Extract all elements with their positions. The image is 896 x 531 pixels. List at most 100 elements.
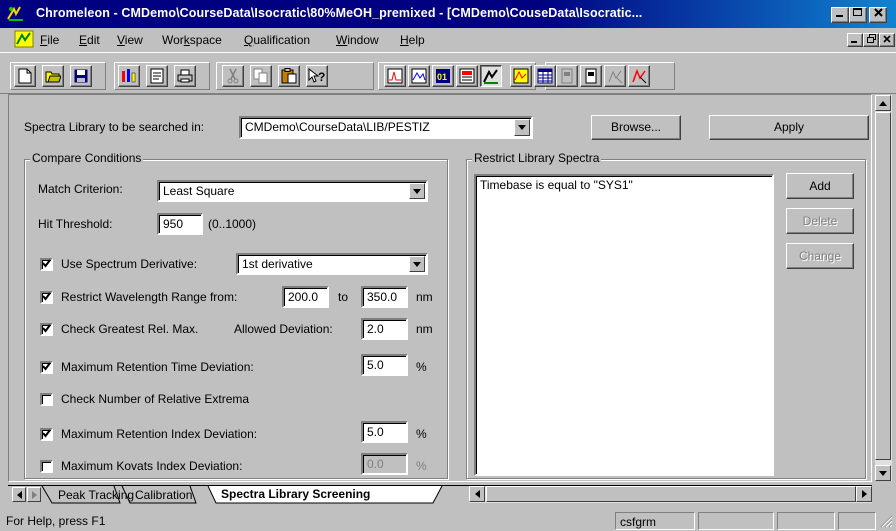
mdi-close-button[interactable]: [879, 33, 895, 47]
kovats-unit: %: [416, 459, 427, 473]
report-icon[interactable]: [146, 65, 168, 87]
tab-scroll-right-icon[interactable]: [27, 487, 41, 502]
match-criterion-label: Match Criterion:: [38, 182, 123, 196]
add-button[interactable]: Add: [786, 173, 854, 199]
menu-window[interactable]: Window: [336, 33, 379, 47]
vertical-scroll-thumb[interactable]: [875, 112, 891, 460]
peak-chart-icon[interactable]: [510, 65, 532, 87]
chevron-down-icon[interactable]: [514, 119, 530, 136]
integration-gray-icon[interactable]: [604, 65, 626, 87]
print-icon[interactable]: [174, 65, 196, 87]
list-item[interactable]: Timebase is equal to "SYS1": [480, 178, 768, 192]
greatest-label: Check Greatest Rel. Max.: [61, 322, 199, 336]
horizontal-scroll-thumb[interactable]: [486, 486, 856, 502]
checkmark-icon: [42, 291, 51, 304]
document-icon[interactable]: [14, 30, 34, 51]
menu-file[interactable]: File: [40, 33, 59, 47]
menu-edit[interactable]: Edit: [79, 33, 100, 47]
table-view-icon[interactable]: [456, 65, 478, 87]
retention-time-input[interactable]: 5.0: [361, 354, 408, 376]
paste-icon[interactable]: [278, 65, 300, 87]
checkmark-icon: [42, 361, 51, 374]
title-bar[interactable]: Chromeleon - CMDemo\CourseData\Isocratic…: [0, 0, 896, 28]
wavelength-from-input[interactable]: 200.0: [282, 286, 329, 308]
menu-qualification[interactable]: Qualification: [244, 33, 310, 47]
mdi-restore-button[interactable]: [863, 33, 879, 47]
menu-view[interactable]: View: [117, 33, 143, 47]
new-file-icon[interactable]: [14, 65, 36, 87]
scroll-up-icon[interactable]: [875, 95, 891, 111]
spectra-library-icon[interactable]: [480, 65, 502, 87]
document-gray-icon[interactable]: [556, 65, 578, 87]
chevron-down-icon[interactable]: [409, 183, 425, 199]
match-criterion-combo[interactable]: Least Square: [157, 180, 428, 202]
scroll-left-icon[interactable]: [469, 486, 485, 502]
maximize-button[interactable]: [849, 7, 867, 23]
tab-spectra-library-screening[interactable]: Spectra Library Screening: [221, 487, 370, 504]
copy-icon[interactable]: [250, 65, 272, 87]
wavelength-unit: nm: [416, 290, 433, 304]
tab-calibration[interactable]: Calibration: [135, 488, 192, 505]
library-search-label: Spectra Library to be searched in:: [24, 120, 205, 134]
binary-data-icon[interactable]: 01: [432, 65, 454, 87]
menu-help[interactable]: Help: [400, 33, 425, 47]
hit-threshold-input[interactable]: 950: [157, 213, 203, 235]
mdi-minimize-button[interactable]: [847, 33, 863, 47]
restrict-conditions-list[interactable]: Timebase is equal to "SYS1": [474, 174, 774, 476]
chromatogram-icon[interactable]: [384, 65, 406, 87]
greatest-checkbox[interactable]: [40, 323, 53, 336]
grid-view-icon[interactable]: [534, 65, 556, 87]
cut-icon[interactable]: [222, 65, 244, 87]
checkmark-icon: [42, 258, 51, 271]
scroll-right-icon[interactable]: [856, 486, 872, 502]
size-grip-icon[interactable]: [879, 514, 893, 528]
save-disk-icon[interactable]: [70, 65, 92, 87]
tab-scroll-left-icon[interactable]: [12, 487, 26, 502]
library-path-combo[interactable]: CMDemo\CourseData\LIB/PESTIZ: [239, 116, 533, 139]
derivative-label: Use Spectrum Derivative:: [61, 257, 198, 271]
apply-button[interactable]: Apply: [709, 115, 869, 140]
kovats-input[interactable]: 0.0: [361, 453, 408, 475]
retention-time-checkbox[interactable]: [40, 361, 53, 374]
deviation-input[interactable]: 2.0: [361, 318, 408, 340]
minimize-button[interactable]: [831, 7, 849, 23]
menu-workspace[interactable]: Workspace: [162, 33, 222, 47]
wavelength-to-input[interactable]: 350.0: [361, 286, 408, 308]
derivative-checkbox[interactable]: [40, 258, 53, 271]
context-help-icon[interactable]: ?: [306, 65, 328, 87]
spectrum-icon[interactable]: [408, 65, 430, 87]
delete-button[interactable]: Delete: [786, 208, 854, 234]
svg-text:01: 01: [437, 72, 447, 82]
open-folder-icon[interactable]: [42, 65, 64, 87]
window-title: Chromeleon - CMDemo\CourseData\Isocratic…: [36, 6, 643, 20]
wavelength-checkbox[interactable]: [40, 291, 53, 304]
wavelength-label: Restrict Wavelength Range from:: [61, 290, 238, 304]
deviation-unit: nm: [416, 322, 433, 336]
extrema-label: Check Number of Relative Extrema: [61, 392, 250, 406]
chevron-down-icon[interactable]: [409, 256, 425, 272]
app-icon[interactable]: [6, 5, 26, 26]
retention-index-label: Maximum Retention Index Deviation:: [61, 427, 258, 441]
library-path-value: CMDemo\CourseData\LIB/PESTIZ: [245, 120, 430, 134]
retention-index-unit: %: [416, 427, 427, 441]
scroll-down-icon[interactable]: [875, 465, 891, 481]
document-edit-icon[interactable]: [580, 65, 602, 87]
status-panel-empty-2: [777, 512, 835, 530]
integration-red-icon[interactable]: [628, 65, 650, 87]
compare-conditions-title: Compare Conditions: [30, 151, 144, 165]
retention-index-checkbox[interactable]: [40, 428, 53, 441]
extrema-checkbox[interactable]: [40, 393, 53, 406]
derivative-combo[interactable]: 1st derivative: [236, 253, 428, 275]
kovats-label: Maximum Kovats Index Deviation:: [61, 459, 243, 473]
close-button[interactable]: [869, 7, 887, 23]
derivative-value: 1st derivative: [242, 257, 313, 271]
change-button[interactable]: Change: [786, 243, 854, 269]
checkmark-icon: [42, 428, 51, 441]
retention-index-input[interactable]: 5.0: [361, 421, 408, 443]
batch-icon[interactable]: [118, 65, 140, 87]
tab-peak-tracking[interactable]: Peak Tracking: [58, 488, 134, 505]
kovats-checkbox[interactable]: [40, 460, 53, 473]
wavelength-to-label: to: [338, 290, 349, 304]
menu-bar: File Edit View Workspace Qualification W…: [0, 29, 896, 51]
browse-button[interactable]: Browse...: [591, 115, 681, 140]
